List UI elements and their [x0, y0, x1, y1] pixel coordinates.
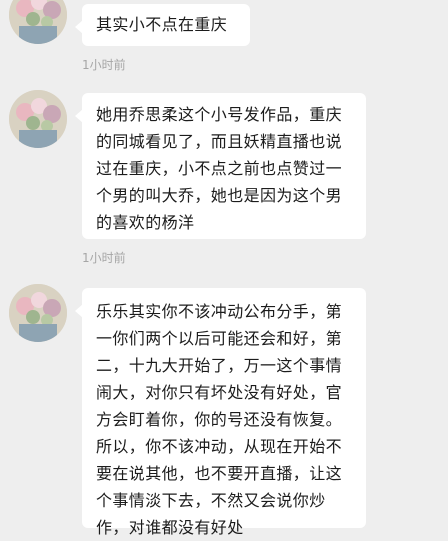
- timestamp: 1小时前: [82, 58, 126, 72]
- message-text: 个男的叫大乔，她也是因为这个男: [96, 186, 343, 205]
- message-text: 其实小不点在重庆: [96, 15, 228, 34]
- message-text: 过在重庆，小不点之前也点赞过一: [96, 159, 343, 178]
- message-text: 二，十九大开始了，万一这个事情: [96, 356, 343, 375]
- message-text: 的喜欢的杨洋: [96, 213, 195, 232]
- message-text: 的同城看见了，而且妖精直播也说: [96, 132, 343, 151]
- message-text: 她用乔思柔这个小号发作品，重庆: [96, 105, 343, 124]
- message-text: 方会盯着你，你的号还没有恢复。: [96, 410, 343, 429]
- avatar[interactable]: [9, 0, 67, 44]
- avatar[interactable]: [9, 90, 67, 148]
- message-text: 乐乐其实你不该冲动公布分手，第: [96, 302, 343, 321]
- message-text: 闹大，对你只有坏处没有好处，官: [96, 383, 343, 402]
- message-text: 一你们两个以后可能还会和好，第: [96, 329, 343, 348]
- message-bubble: 她用乔思柔这个小号发作品，重庆 的同城看见了，而且妖精直播也说 过在重庆，小不点…: [75, 93, 366, 239]
- avatar[interactable]: [9, 284, 67, 342]
- message-bubble: 乐乐其实你不该冲动公布分手，第 一你们两个以后可能还会和好，第 二，十九大开始了…: [75, 288, 366, 537]
- timestamp: 1小时前: [82, 251, 126, 265]
- message-text: 个事情淡下去，不然又会说你炒: [96, 491, 326, 510]
- message-bubble: 其实小不点在重庆: [75, 4, 250, 46]
- message-text: 要在说其他，也不要开直播，让这: [96, 464, 343, 483]
- message-text: 所以，你不该冲动，从现在开始不: [96, 437, 343, 456]
- message-text: 作，对谁都没有好处: [96, 518, 244, 537]
